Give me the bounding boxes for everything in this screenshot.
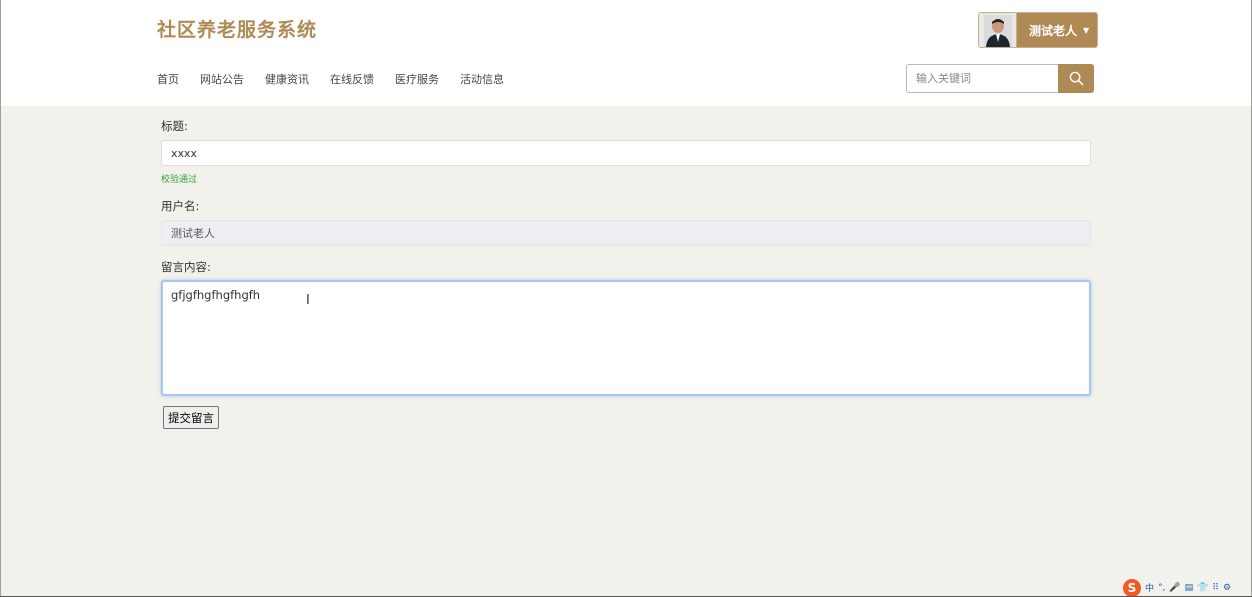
search-bar [906, 64, 1094, 93]
main-nav: 首页 网站公告 健康资讯 在线反馈 医疗服务 活动信息 [157, 71, 525, 87]
ime-toolbar: S 中 °, 🎤 ▤ 👕 ⠿ ⚙ [1123, 578, 1231, 597]
title-label: 标题: [161, 119, 188, 133]
title-validation-message: 校验通过 [161, 175, 198, 185]
ime-voice-icon[interactable]: 🎤 [1169, 583, 1180, 593]
username-label: 用户名: [161, 199, 200, 213]
ime-keyboard-icon[interactable]: ▤ [1185, 583, 1194, 593]
site-header: 社区养老服务系统 测试老人 ▼ 首页 网站公告 健康资讯 在线反馈 医疗服务 活… [0, 0, 1252, 106]
ime-toolbox-icon[interactable]: ⠿ [1212, 583, 1219, 593]
nav-item-health-info[interactable]: 健康资讯 [265, 71, 309, 87]
ime-skin-icon[interactable]: 👕 [1197, 583, 1208, 593]
content-label: 留言内容: [161, 260, 211, 274]
nav-item-activities[interactable]: 活动信息 [460, 71, 504, 87]
ime-punctuation-icon[interactable]: °, [1158, 583, 1165, 593]
window-edge-left [0, 0, 1, 597]
user-name: 测试老人 [1029, 23, 1078, 38]
user-menu[interactable]: 测试老人 ▼ [978, 12, 1099, 48]
title-input[interactable]: xxxx [161, 140, 1091, 166]
site-title: 社区养老服务系统 [157, 19, 318, 41]
avatar [979, 13, 1017, 47]
user-dropdown-button[interactable]: 测试老人 ▼ [1017, 13, 1098, 47]
nav-item-feedback[interactable]: 在线反馈 [330, 71, 374, 87]
text-cursor-icon: I [306, 293, 310, 308]
ime-chinese-mode-icon[interactable]: 中 [1145, 581, 1154, 594]
content-textarea[interactable]: gfjgfhgfhgfhgfh [161, 280, 1091, 396]
search-input[interactable] [906, 64, 1058, 93]
sogou-logo-icon[interactable]: S [1123, 578, 1141, 597]
search-icon [1069, 71, 1083, 86]
caret-down-icon: ▼ [1083, 25, 1090, 35]
ime-settings-icon[interactable]: ⚙ [1223, 583, 1231, 593]
submit-message-button[interactable]: 提交留言 [163, 406, 219, 429]
search-button[interactable] [1058, 64, 1094, 93]
nav-item-medical[interactable]: 医疗服务 [395, 71, 439, 87]
nav-item-home[interactable]: 首页 [157, 71, 179, 87]
username-field: 测试老人 [161, 220, 1091, 246]
nav-item-announcements[interactable]: 网站公告 [200, 71, 244, 87]
